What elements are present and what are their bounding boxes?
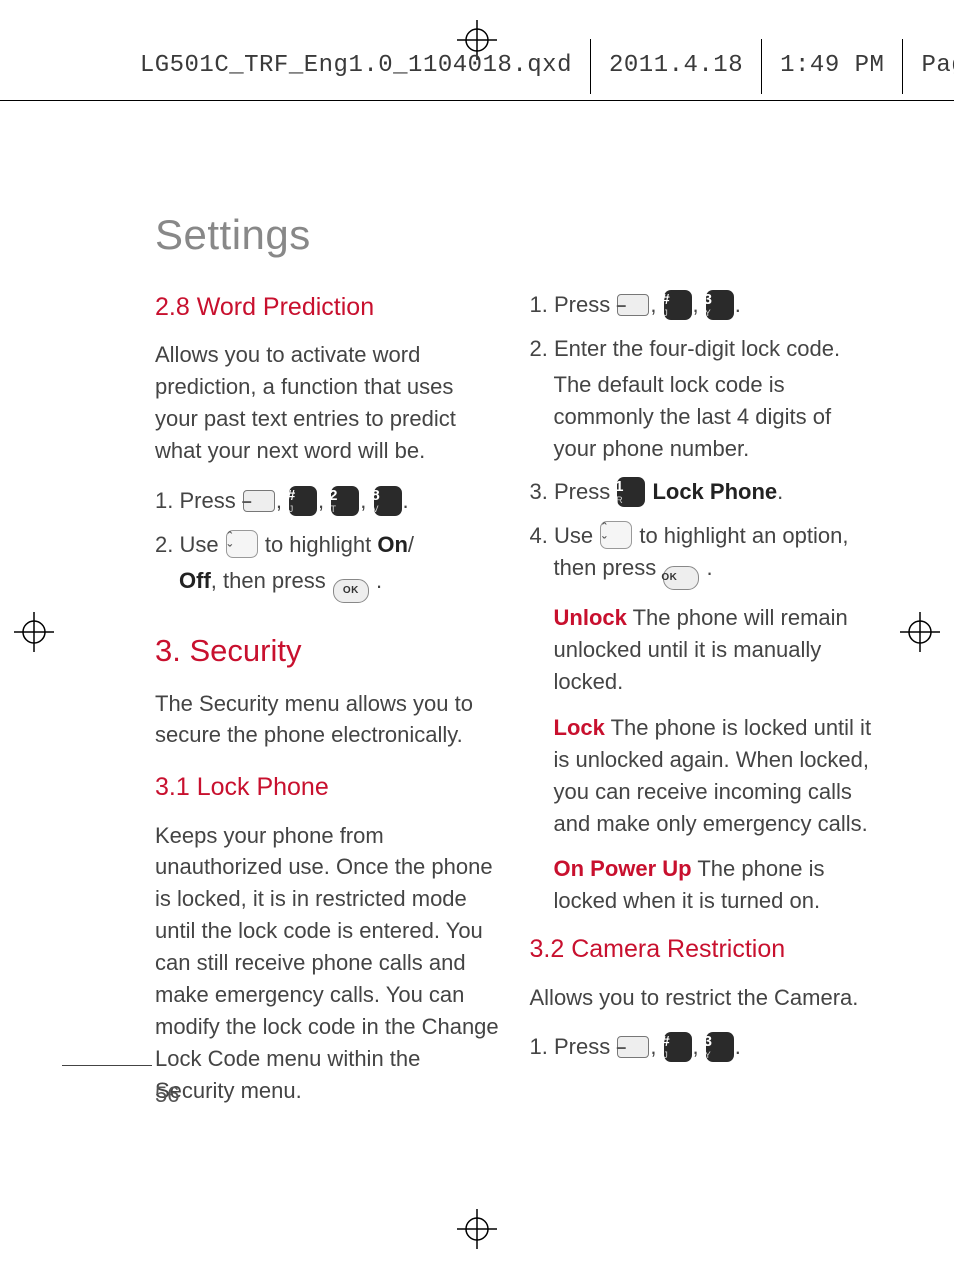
nav-key-icon bbox=[226, 530, 258, 558]
key-1-icon: 1R bbox=[617, 477, 645, 507]
paragraph-3: The Security menu allows you to secure t… bbox=[155, 688, 500, 752]
step-3-1-2: 2. Enter the four-digit lock code. The d… bbox=[530, 333, 875, 465]
option-unlock: Unlock The phone will remain unlocked un… bbox=[554, 602, 875, 698]
ok-key-icon: OK bbox=[333, 579, 369, 603]
header-time: 1:49 PM bbox=[780, 52, 884, 79]
key-hash-icon: #J bbox=[664, 290, 692, 320]
paragraph-3-1: Keeps your phone from unauthorized use. … bbox=[155, 820, 500, 1107]
nav-key-icon bbox=[600, 521, 632, 549]
key-hash-icon: #J bbox=[664, 1032, 692, 1062]
paragraph-2-8: Allows you to activate word prediction, … bbox=[155, 339, 500, 467]
option-on-power-up: On Power Up The phone is locked when it … bbox=[554, 853, 875, 917]
page-number: 56 bbox=[155, 1082, 179, 1108]
registration-mark-icon bbox=[457, 1209, 497, 1249]
left-column: 2.8 Word Prediction Allows you to activa… bbox=[155, 289, 500, 1125]
step-2-8-2: 2. Use to highlight On/ Off, then press … bbox=[155, 529, 500, 603]
header-filename: LG501C_TRF_Eng1.0_1104018.qxd bbox=[140, 52, 572, 79]
key-8-icon: 8V bbox=[374, 486, 402, 516]
step-3-2-1: 1. Press , #J, 3Y. bbox=[530, 1031, 875, 1063]
step-3-1-1: 1. Press , #J, 3Y. bbox=[530, 289, 875, 321]
paragraph-3-2: Allows you to restrict the Camera. bbox=[530, 982, 875, 1014]
heading-2-8: 2.8 Word Prediction bbox=[155, 289, 500, 325]
option-lock: Lock The phone is locked until it is unl… bbox=[554, 712, 875, 840]
step-2-8-1: 1. Press , #J, 2T, 8V. bbox=[155, 485, 500, 517]
ok-key-icon: OK bbox=[663, 566, 699, 590]
heading-3: 3. Security bbox=[155, 629, 500, 674]
header-page-label: Page bbox=[921, 52, 954, 79]
step-3-1-4: 4. Use to highlight an option, then pres… bbox=[530, 520, 875, 590]
page-title: Settings bbox=[155, 211, 954, 259]
header-date: 2011.4.18 bbox=[609, 52, 743, 79]
registration-mark-icon bbox=[14, 612, 54, 652]
crop-line bbox=[62, 1065, 152, 1066]
registration-mark-icon bbox=[900, 612, 940, 652]
step-3-1-3: 3. Press 1R Lock Phone. bbox=[530, 476, 875, 508]
key-3-icon: 3Y bbox=[706, 1032, 734, 1062]
heading-3-2: 3.2 Camera Restriction bbox=[530, 931, 875, 967]
right-column: 1. Press , #J, 3Y. 2. Enter the four-dig… bbox=[530, 289, 875, 1125]
key-hash-icon: #J bbox=[289, 486, 317, 516]
heading-3-1: 3.1 Lock Phone bbox=[155, 769, 500, 805]
print-header: LG501C_TRF_Eng1.0_1104018.qxd 2011.4.18 1:… bbox=[0, 0, 954, 101]
key-2-icon: 2T bbox=[331, 486, 359, 516]
key-3-icon: 3Y bbox=[706, 290, 734, 320]
softkey-icon bbox=[243, 490, 275, 512]
softkey-icon bbox=[617, 294, 649, 316]
softkey-icon bbox=[617, 1036, 649, 1058]
